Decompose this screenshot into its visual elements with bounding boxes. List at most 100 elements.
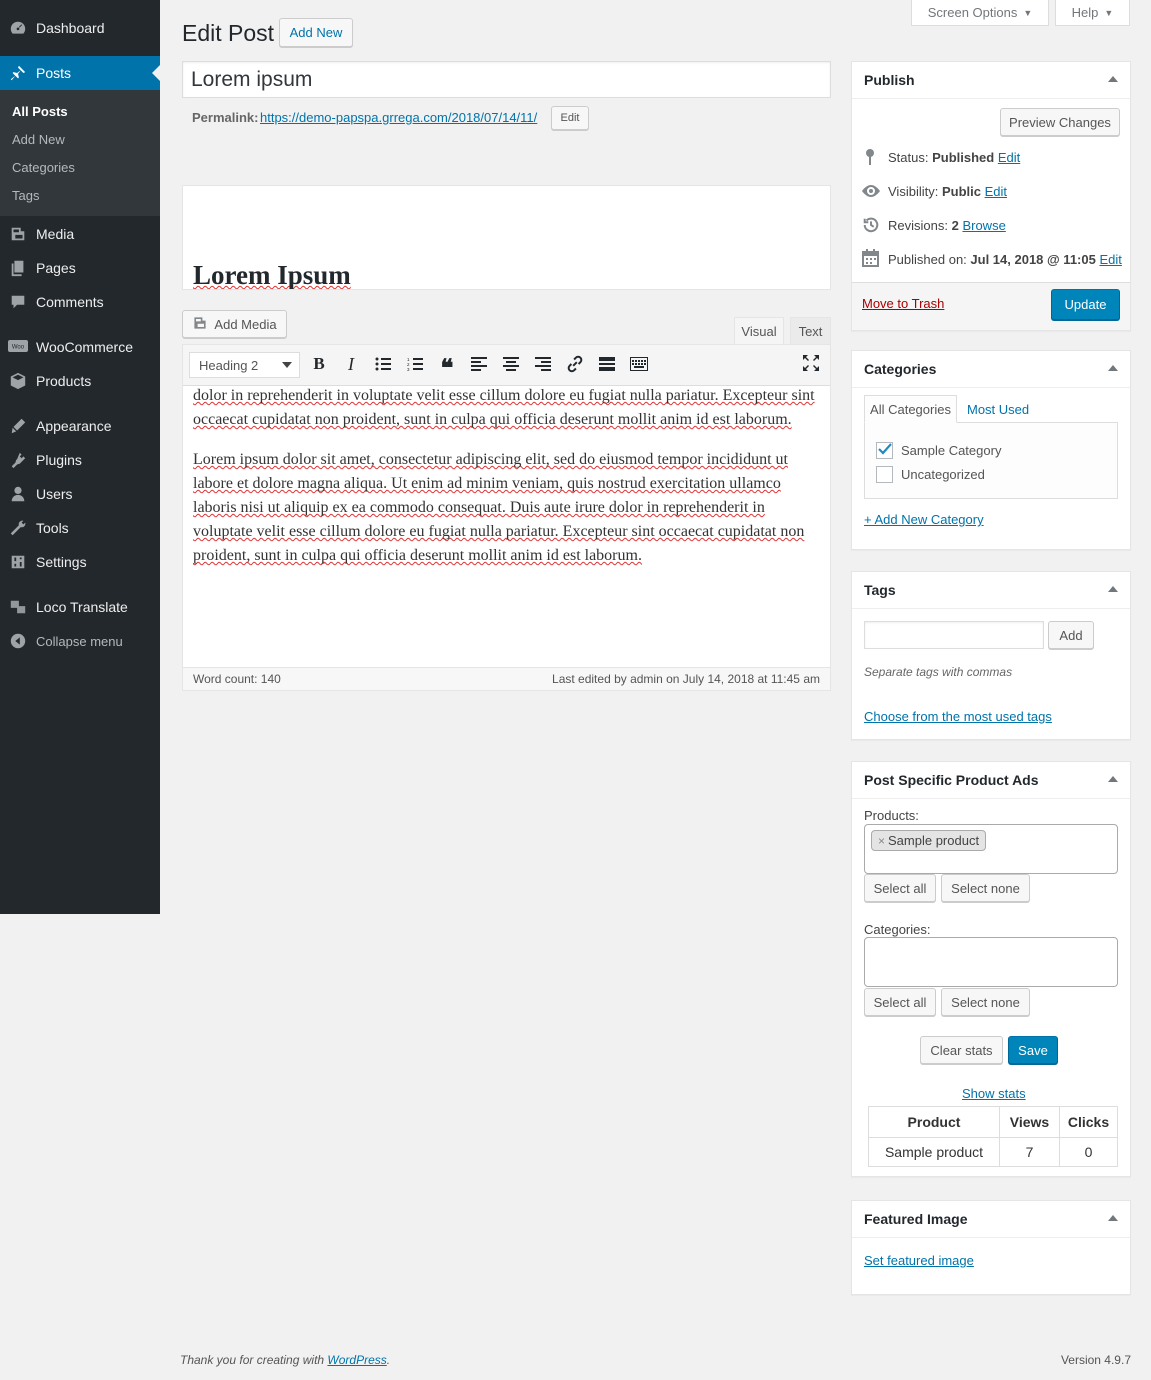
numbered-list-icon[interactable]: 123 [405,353,425,375]
link-icon[interactable] [565,353,585,375]
published-edit-link[interactable]: Edit [1099,252,1121,267]
collapse-arrow-icon[interactable] [1108,365,1118,371]
set-featured-image-link[interactable]: Set featured image [864,1253,974,1268]
add-new-category-link[interactable]: + Add New Category [864,512,984,527]
move-to-trash-link[interactable]: Move to Trash [862,296,944,311]
status-row: Status: Published Edit [888,150,1020,165]
categories-header[interactable]: Categories [852,351,1130,388]
submenu-tags[interactable]: Tags [12,188,39,203]
show-stats-link[interactable]: Show stats [962,1086,1026,1101]
categories-panel [864,422,1118,499]
format-select[interactable]: Heading 2 [189,352,300,378]
product-ads-header[interactable]: Post Specific Product Ads [852,762,1130,799]
submenu-all-posts[interactable]: All Posts [12,104,68,119]
collapse-menu-button[interactable]: Collapse menu [0,624,160,658]
menu-woocommerce[interactable]: Woo WooCommerce [0,330,160,364]
menu-label: WooCommerce [36,339,133,355]
blockquote-icon[interactable]: ❝ [437,353,457,382]
add-new-button[interactable]: Add New [279,18,353,47]
published-label: Published on: [888,252,967,267]
choose-most-used-tags-link[interactable]: Choose from the most used tags [864,709,1052,724]
remove-token-icon[interactable]: × [878,834,885,848]
publish-header[interactable]: Publish [852,62,1130,99]
menu-posts[interactable]: Posts [0,56,160,90]
tags-header[interactable]: Tags [852,572,1130,609]
tab-visual[interactable]: Visual [734,317,784,345]
clear-stats-button[interactable]: Clear stats [920,1036,1003,1064]
menu-users[interactable]: Users [0,477,160,511]
categories-select[interactable] [864,937,1118,987]
footer-thanks-text: Thank you for creating with [180,1353,325,1367]
categories-title: Categories [864,361,937,377]
collapse-icon [0,632,36,650]
tag-input[interactable] [864,621,1044,649]
revisions-browse-link[interactable]: Browse [962,218,1005,233]
preview-changes-button[interactable]: Preview Changes [1000,108,1120,136]
help-tab[interactable]: Help ▼ [1055,0,1130,26]
users-icon [0,485,36,503]
save-button[interactable]: Save [1008,1036,1058,1064]
menu-label: Media [36,226,75,242]
featured-image-header[interactable]: Featured Image [852,1201,1130,1238]
menu-media[interactable]: Media [0,217,160,251]
tab-most-used[interactable]: Most Used [967,402,1029,417]
read-more-icon[interactable] [597,353,617,375]
submenu-add-new[interactable]: Add New [12,132,65,147]
menu-comments[interactable]: Comments [0,285,160,319]
categories-select-all-button[interactable]: Select all [864,988,936,1016]
collapse-arrow-icon[interactable] [1108,1215,1118,1221]
products-select-none-button[interactable]: Select none [941,874,1030,902]
caret-down-icon [282,362,292,368]
category-checkbox[interactable] [876,442,893,459]
update-button[interactable]: Update [1051,289,1120,320]
collapse-arrow-icon[interactable] [1108,776,1118,782]
align-left-icon[interactable] [469,353,489,375]
menu-pages[interactable]: Pages [0,251,160,285]
bullet-list-icon[interactable] [373,353,393,375]
screen-options-tab[interactable]: Screen Options ▼ [911,0,1049,26]
media-icon [192,315,208,334]
last-edited: Last edited by admin on July 14, 2018 at… [552,672,820,686]
status-edit-link[interactable]: Edit [998,150,1020,165]
pin-icon [0,64,36,82]
menu-label: Users [36,486,73,502]
categories-label: Categories: [864,922,931,937]
add-tag-button[interactable]: Add [1048,621,1094,649]
post-title-input[interactable]: Lorem ipsum [182,61,831,98]
fullscreen-icon[interactable] [801,352,821,374]
align-center-icon[interactable] [501,353,521,375]
category-checkbox[interactable] [876,466,893,483]
pin-icon [862,148,878,169]
menu-dashboard[interactable]: Dashboard [0,11,160,45]
dashboard-icon [0,19,36,37]
collapse-arrow-icon[interactable] [1108,586,1118,592]
products-select[interactable]: × Sample product [864,824,1118,874]
visibility-edit-link[interactable]: Edit [985,184,1007,199]
italic-icon[interactable]: I [341,353,361,375]
menu-loco-translate[interactable]: Loco Translate [0,590,160,624]
submenu-categories[interactable]: Categories [12,160,75,175]
revisions-value: 2 [951,218,959,233]
bold-icon[interactable]: B [309,353,329,375]
toolbar-toggle-icon[interactable] [629,353,649,375]
tab-text[interactable]: Text [790,317,831,345]
editor-content[interactable]: dolor in reprehenderit in voluptate veli… [193,386,818,662]
collapse-arrow-icon[interactable] [1108,76,1118,82]
tab-all-categories[interactable]: All Categories [864,395,957,423]
tools-icon [0,519,36,537]
menu-appearance[interactable]: Appearance [0,409,160,443]
wordpress-link[interactable]: WordPress [327,1353,386,1367]
menu-settings[interactable]: Settings [0,545,160,579]
menu-products[interactable]: Products [0,364,160,398]
svg-text:3: 3 [407,367,410,371]
add-media-button[interactable]: Add Media [182,310,287,338]
permalink-link[interactable]: https://demo-papspa.grrega.com/2018/07/1… [260,110,537,125]
stats-table: Product Views Clicks Sample product 7 0 [868,1106,1118,1167]
permalink-edit-button[interactable]: Edit [551,106,589,130]
categories-select-none-button[interactable]: Select none [941,988,1030,1016]
align-right-icon[interactable] [533,353,553,375]
menu-plugins[interactable]: Plugins [0,443,160,477]
woocommerce-icon: Woo [0,340,36,354]
menu-tools[interactable]: Tools [0,511,160,545]
products-select-all-button[interactable]: Select all [864,874,936,902]
